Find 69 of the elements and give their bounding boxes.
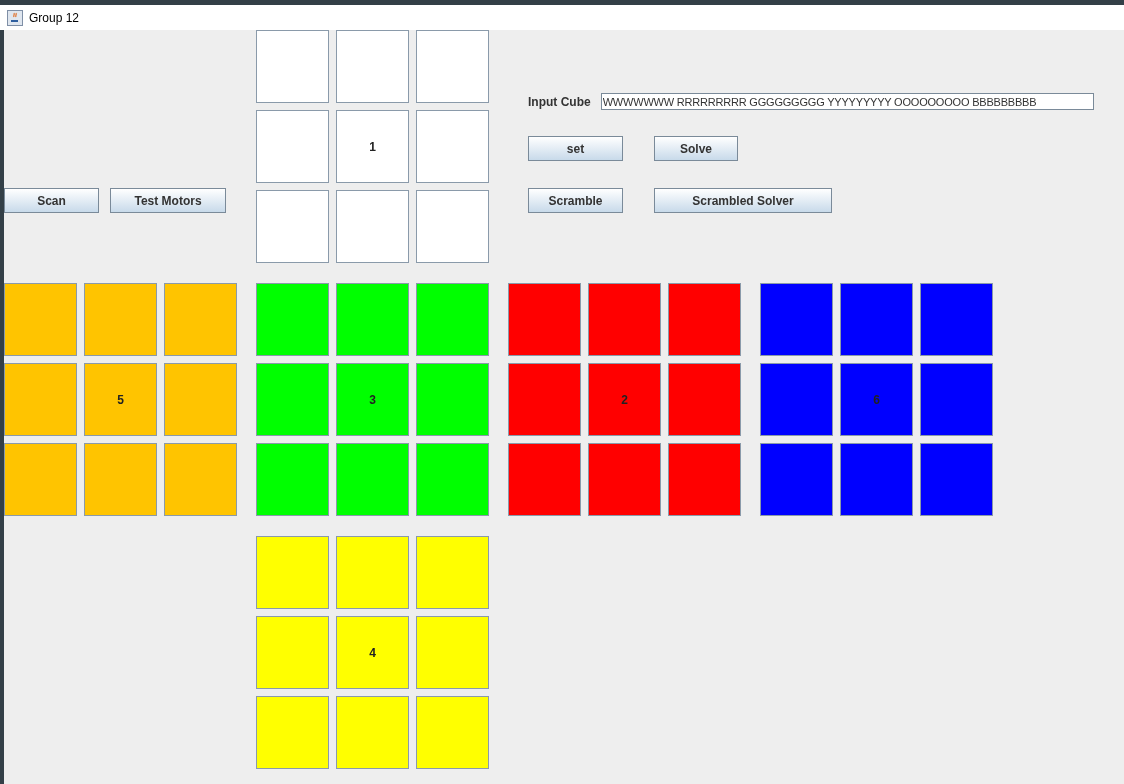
cube-sticker[interactable] [840,443,913,516]
cube-sticker[interactable] [416,110,489,183]
cube-sticker[interactable] [336,190,409,263]
cube-sticker[interactable] [508,283,581,356]
cube-sticker[interactable] [256,30,329,103]
cube-sticker[interactable] [760,443,833,516]
cube-sticker[interactable] [256,616,329,689]
cube-sticker[interactable] [84,283,157,356]
cube-sticker[interactable] [336,443,409,516]
cube-sticker[interactable] [920,363,993,436]
cube-sticker[interactable] [416,616,489,689]
action-button[interactable]: Scrambled Solver [654,188,832,213]
cube-sticker[interactable] [336,536,409,609]
face-number: 1 [369,138,376,156]
cube-sticker[interactable] [256,696,329,769]
input-label: Input Cube [528,93,591,111]
face-number: 2 [621,391,628,409]
cube-sticker[interactable] [508,443,581,516]
cube-sticker[interactable] [588,443,661,516]
cube-sticker[interactable] [84,443,157,516]
cube-sticker[interactable]: 3 [336,363,409,436]
cube-sticker[interactable] [256,190,329,263]
cube-sticker[interactable] [668,363,741,436]
cube-sticker[interactable] [4,443,77,516]
cube-sticker[interactable] [336,30,409,103]
cube-sticker[interactable] [164,283,237,356]
cube-sticker[interactable] [256,536,329,609]
cube-sticker[interactable] [416,190,489,263]
cube-sticker[interactable] [416,536,489,609]
java-cup-icon [7,9,23,26]
cube-sticker[interactable] [256,283,329,356]
cube-sticker[interactable] [416,363,489,436]
cube-sticker[interactable] [256,363,329,436]
window-title: Group 12 [29,9,80,27]
cube-sticker[interactable] [164,363,237,436]
action-button[interactable]: Solve [654,136,738,161]
cube-sticker[interactable] [336,283,409,356]
cube-sticker[interactable] [668,283,741,356]
cube-sticker[interactable] [508,363,581,436]
cube-sticker[interactable] [4,363,77,436]
face-number: 6 [873,391,880,409]
cube-sticker[interactable] [256,110,329,183]
face-number: 5 [117,391,124,409]
cube-sticker[interactable] [920,443,993,516]
action-button[interactable]: Test Motors [110,188,226,213]
cube-sticker[interactable] [416,30,489,103]
cube-sticker[interactable]: 4 [336,616,409,689]
cube-sticker[interactable]: 2 [588,363,661,436]
cube-sticker[interactable] [920,283,993,356]
cube-sticker[interactable] [760,283,833,356]
cube-sticker[interactable] [416,283,489,356]
cube-sticker[interactable] [336,696,409,769]
cube-sticker[interactable] [416,443,489,516]
cube-sticker[interactable] [760,363,833,436]
face-number: 4 [369,644,376,662]
cube-sticker[interactable] [416,696,489,769]
input-field[interactable]: WWWWWWW RRRRRRRRR GGGGGGGGG YYYYYYYYY OOOOOOOOO BBBBBBBBB [600,93,1094,110]
face-number: 3 [369,391,376,409]
action-button[interactable]: Scan [4,188,99,213]
cube-sticker[interactable]: 1 [336,110,409,183]
cube-sticker[interactable] [164,443,237,516]
cube-sticker[interactable] [256,443,329,516]
cube-sticker[interactable] [668,443,741,516]
cube-sticker[interactable] [4,283,77,356]
cube-sticker[interactable] [840,283,913,356]
action-button[interactable]: set [528,136,623,161]
cube-sticker[interactable] [588,283,661,356]
action-button[interactable]: Scramble [528,188,623,213]
cube-sticker[interactable]: 5 [84,363,157,436]
